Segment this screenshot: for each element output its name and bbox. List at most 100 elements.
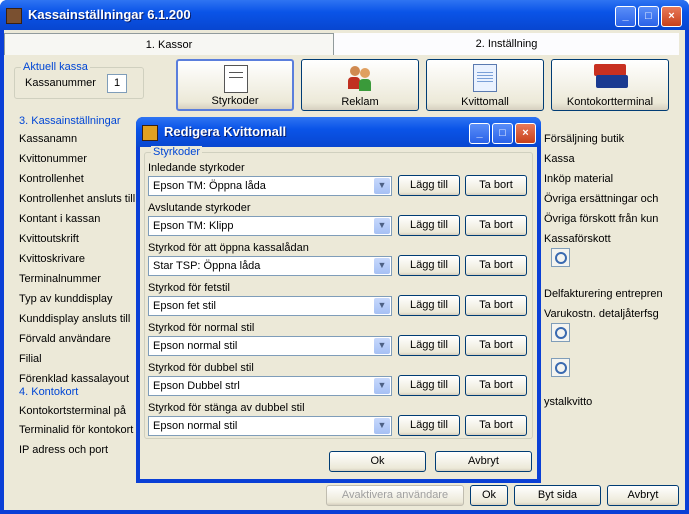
dubbel-stil-combo[interactable]: Epson Dubbel strl ▼ <box>148 376 392 396</box>
title-bar[interactable]: Kassainställningar 6.1.200 _ □ × <box>0 0 689 30</box>
close-button[interactable]: × <box>661 6 682 27</box>
setting-label: Terminalnummer <box>19 273 101 285</box>
oppna-kassaladan-combo[interactable]: Star TSP: Öppna låda ▼ <box>148 256 392 276</box>
row-label: Styrkod för att öppna kassalådan <box>148 242 309 254</box>
ta-bort-button[interactable]: Ta bort <box>465 415 527 436</box>
chevron-down-icon[interactable]: ▼ <box>374 378 390 394</box>
chevron-down-icon[interactable]: ▼ <box>374 338 390 354</box>
account-label: Kassaförskott <box>544 233 611 245</box>
kassanummer-field[interactable]: 1 <box>107 74 127 93</box>
avaktivera-button[interactable]: Avaktivera användare <box>326 485 464 506</box>
styrkoder-button[interactable]: Styrkoder <box>176 59 294 111</box>
ta-bort-button[interactable]: Ta bort <box>465 295 527 316</box>
chevron-down-icon[interactable]: ▼ <box>374 298 390 314</box>
search-icon[interactable] <box>551 323 570 342</box>
kontokort-title: 4. Kontokort <box>19 386 79 398</box>
minimize-button[interactable]: _ <box>615 6 636 27</box>
combo-value: Epson normal stil <box>153 340 238 352</box>
dialog-title-bar[interactable]: Redigera Kvittomall _ □ × <box>136 117 541 147</box>
kvittomall-label: Kvittomall <box>461 96 509 108</box>
account-label: Delfakturering entrepren <box>544 288 663 300</box>
tab-kassor[interactable]: 1. Kassor <box>4 33 334 55</box>
setting-label: Kvittonummer <box>19 153 87 165</box>
people-icon <box>348 64 372 92</box>
dialog-close-button[interactable]: × <box>515 123 536 144</box>
ta-bort-button[interactable]: Ta bort <box>465 335 527 356</box>
inledande-combo[interactable]: Epson TM: Öppna låda ▼ <box>148 176 392 196</box>
dialog-avbryt-button[interactable]: Avbryt <box>435 451 532 472</box>
combo-value: Epson TM: Öppna låda <box>153 180 266 192</box>
chevron-down-icon[interactable]: ▼ <box>374 418 390 434</box>
row-label: Styrkod för fetstil <box>148 282 230 294</box>
account-label: ystalkvitto <box>544 396 593 408</box>
row-label: Styrkod för stänga av dubbel stil <box>148 402 305 414</box>
kontokort-label: Kontokortsterminal på <box>19 405 126 417</box>
setting-label: Förenklad kassalayout <box>19 373 130 385</box>
dialog-title: Redigera Kvittomall <box>164 124 287 139</box>
lagg-till-button[interactable]: Lägg till <box>398 375 460 396</box>
kontokortterminal-label: Kontokortterminal <box>566 96 654 108</box>
account-label: Övriga förskott från kun <box>544 213 659 225</box>
ta-bort-button[interactable]: Ta bort <box>465 215 527 236</box>
lagg-till-button[interactable]: Lägg till <box>398 255 460 276</box>
lagg-till-button[interactable]: Lägg till <box>398 335 460 356</box>
byt-sida-button[interactable]: Byt sida <box>514 485 601 506</box>
dialog-ok-button[interactable]: Ok <box>329 451 426 472</box>
setting-label: Kontrollenhet <box>19 173 84 185</box>
aktuell-kassa-group: Aktuell kassa Kassanummer 1 <box>14 61 144 99</box>
combo-value: Epson fet stil <box>153 300 216 312</box>
document-icon <box>224 65 248 93</box>
account-label: Inköp material <box>544 173 614 185</box>
avbryt-button[interactable]: Avbryt <box>607 485 679 506</box>
account-label: Varukostn. detaljåterfsg <box>544 308 659 320</box>
tab-installning[interactable]: 2. Inställning <box>334 33 679 55</box>
credit-card-icon <box>594 64 628 90</box>
reklam-label: Reklam <box>341 96 379 108</box>
maximize-button[interactable]: □ <box>638 6 659 27</box>
avslutande-combo[interactable]: Epson TM: Klipp ▼ <box>148 216 392 236</box>
dialog-minimize-button[interactable]: _ <box>469 123 490 144</box>
kvittomall-button[interactable]: Kvittomall <box>426 59 544 111</box>
lagg-till-button[interactable]: Lägg till <box>398 175 460 196</box>
setting-label: Kassanamn <box>19 133 78 145</box>
kontokortterminal-button[interactable]: Kontokortterminal <box>551 59 669 111</box>
row-label: Styrkod för dubbel stil <box>148 362 254 374</box>
lagg-till-button[interactable]: Lägg till <box>398 295 460 316</box>
lagg-till-button[interactable]: Lägg till <box>398 215 460 236</box>
kassanummer-label: Kassanummer <box>25 77 96 89</box>
search-icon[interactable] <box>551 358 570 377</box>
combo-value: Star TSP: Öppna låda <box>153 260 261 272</box>
window-title: Kassainställningar 6.1.200 <box>28 7 191 22</box>
lagg-till-button[interactable]: Lägg till <box>398 415 460 436</box>
styrkoder-group-title: Styrkoder <box>151 146 203 158</box>
account-label: Övriga ersättningar och <box>544 193 659 205</box>
combo-value: Epson TM: Klipp <box>153 220 234 232</box>
chevron-down-icon[interactable]: ▼ <box>374 258 390 274</box>
fetstil-combo[interactable]: Epson fet stil ▼ <box>148 296 392 316</box>
reklam-button[interactable]: Reklam <box>301 59 419 111</box>
notepad-icon <box>473 64 497 92</box>
normal-stil-combo[interactable]: Epson normal stil ▼ <box>148 336 392 356</box>
dialog-maximize-button[interactable]: □ <box>492 123 513 144</box>
row-label: Styrkod för normal stil <box>148 322 255 334</box>
styrkoder-label: Styrkoder <box>211 95 259 107</box>
redigera-kvittomall-dialog: Redigera Kvittomall _ □ × Styrkoder Inle… <box>136 117 541 483</box>
ta-bort-button[interactable]: Ta bort <box>465 375 527 396</box>
ta-bort-button[interactable]: Ta bort <box>465 255 527 276</box>
ta-bort-button[interactable]: Ta bort <box>465 175 527 196</box>
kontokort-label: IP adress och port <box>19 444 109 456</box>
chevron-down-icon[interactable]: ▼ <box>374 218 390 234</box>
stanga-dubbel-stil-combo[interactable]: Epson normal stil ▼ <box>148 416 392 436</box>
chevron-down-icon[interactable]: ▼ <box>374 178 390 194</box>
account-label: Försäljning butik <box>544 133 625 145</box>
search-icon[interactable] <box>551 248 570 267</box>
account-label: Kassa <box>544 153 575 165</box>
setting-label: Kunddisplay ansluts till <box>19 313 131 325</box>
aktuell-kassa-title: Aktuell kassa <box>21 61 90 73</box>
combo-value: Epson Dubbel strl <box>153 380 240 392</box>
setting-label: Kontant i kassan <box>19 213 101 225</box>
ok-button[interactable]: Ok <box>470 485 508 506</box>
row-label: Avslutande styrkoder <box>148 202 251 214</box>
setting-label: Kvittoutskrift <box>19 233 79 245</box>
dialog-app-icon <box>142 125 158 141</box>
